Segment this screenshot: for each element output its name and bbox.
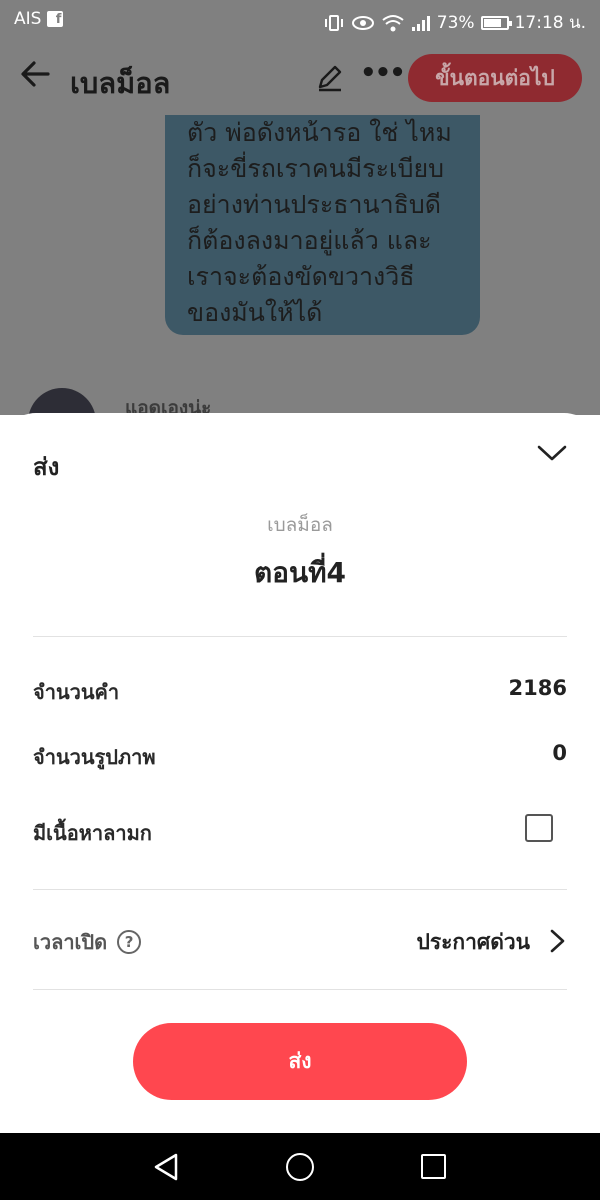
release-time-label: เวลาเปิด [33, 930, 108, 954]
status-bar: AIS f 73% 17:18 น. [0, 0, 600, 40]
nav-home-icon[interactable] [286, 1153, 314, 1181]
carrier-label: AIS [14, 9, 42, 29]
signal-icon [411, 15, 430, 31]
battery-percent: 73% [436, 12, 475, 33]
image-count-label: จำนวนรูปภาพ [33, 745, 156, 769]
chevron-down-icon[interactable] [536, 439, 568, 467]
release-time-row-label: เวลาเปิด ? [33, 926, 142, 958]
eye-icon [351, 15, 374, 30]
status-right: 73% 17:18 น. [323, 9, 586, 36]
app-bar: เบลม็อล ••• ขั้นตอนต่อไป [0, 40, 600, 115]
chat-bubble: ตัว พ่อดังหน้ารอ ใช่ ไหม ก็จะขี่รถเราคนม… [165, 115, 480, 335]
divider [33, 636, 567, 637]
commenter-name: แอดเองน่ะ [125, 397, 212, 415]
battery-icon [480, 15, 512, 30]
nav-recent-icon[interactable] [421, 1154, 446, 1179]
divider [33, 889, 567, 890]
send-button[interactable]: ส่ง [133, 1023, 467, 1100]
clock: 17:18 น. [514, 13, 586, 33]
editor-content: ตัว พ่อดังหน้ารอ ใช่ ไหม ก็จะขี่รถเราคนม… [0, 115, 600, 415]
send-sheet: ส่ง เบลม็อล ตอนที่4 จำนวนคำ 2186 จำนวนรู… [0, 413, 600, 1133]
divider [33, 989, 567, 990]
mature-content-label: มีเนื้อหาลามก [33, 821, 152, 845]
word-count-label: จำนวนคำ [33, 680, 120, 704]
release-time-value[interactable]: ประกาศด่วน [416, 926, 530, 959]
help-icon[interactable]: ? [117, 930, 142, 954]
status-left: AIS f [14, 9, 64, 29]
wifi-icon [382, 14, 404, 31]
system-nav-bar [0, 1133, 600, 1200]
avatar [28, 388, 96, 415]
pencil-icon[interactable] [315, 62, 345, 92]
nav-back-icon[interactable] [152, 1152, 182, 1182]
sheet-title: ส่ง [33, 453, 60, 481]
image-count-value: 0 [552, 741, 567, 765]
story-title: เบลม็อล [70, 66, 171, 100]
chapter-name: ตอนที่4 [253, 556, 347, 589]
chat-bubble-text: ตัว พ่อดังหน้ารอ ใช่ ไหม ก็จะขี่รถเราคนม… [187, 118, 452, 327]
story-name: เบลม็อล [267, 514, 333, 536]
word-count-value: 2186 [508, 676, 567, 700]
next-step-button[interactable]: ขั้นตอนต่อไป [408, 54, 582, 102]
mature-content-checkbox[interactable] [525, 814, 553, 842]
facebook-icon: f [47, 11, 64, 27]
chevron-right-icon[interactable] [546, 928, 568, 954]
back-arrow-icon[interactable] [18, 56, 54, 92]
vibrate-icon [324, 14, 343, 31]
more-icon[interactable]: ••• [360, 58, 406, 88]
